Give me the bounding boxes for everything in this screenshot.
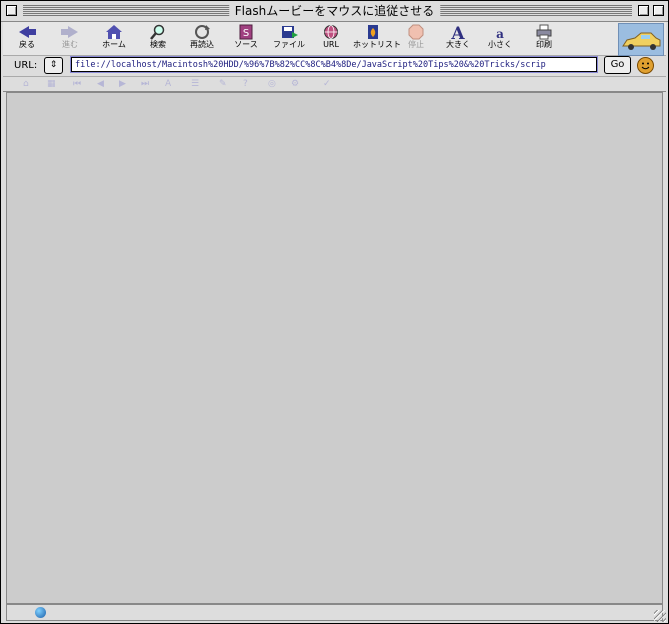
- reload-icon: [195, 25, 210, 39]
- svg-text:S: S: [243, 28, 249, 39]
- hotlist-icon: [368, 25, 378, 39]
- zoom-box[interactable]: [638, 5, 649, 16]
- source-label: ソース: [234, 40, 258, 49]
- url-input[interactable]: file://localhost/Macintosh%20HDD/%96%7B%…: [71, 57, 597, 72]
- font-larger-label: 大きく: [446, 40, 470, 49]
- source-button[interactable]: S ソース: [226, 24, 266, 54]
- close-box[interactable]: [6, 5, 17, 16]
- back-label: 戻る: [19, 40, 35, 49]
- smiley-face-icon: [641, 62, 650, 70]
- search-button[interactable]: 検索: [138, 24, 178, 54]
- print-label: 印刷: [536, 40, 552, 49]
- forward-button[interactable]: 進む: [50, 24, 90, 54]
- toolbar: 戻る 進む ホーム 検索 再読込 S ソース ファイル URL ホットリスト 停…: [3, 22, 666, 56]
- collapse-box[interactable]: [653, 5, 664, 16]
- print-button[interactable]: 印刷: [524, 24, 564, 54]
- nav-last-icon[interactable]: ⏭: [141, 79, 149, 89]
- forward-arrow-icon: [61, 26, 78, 38]
- url-field-label: URL:: [14, 60, 38, 71]
- url-button[interactable]: URL: [311, 24, 351, 54]
- nav-settings-icon[interactable]: ⚙: [291, 79, 299, 89]
- navigation-strip: ⌂ ▦ ⏮ ◀ ▶ ⏭ A ☰ ✎ ? ◎ ⚙ ✓: [3, 77, 666, 92]
- source-icon: S: [239, 24, 253, 40]
- forward-label: 進む: [62, 40, 78, 49]
- home-icon: [106, 25, 122, 39]
- stop-label: 停止: [408, 40, 424, 49]
- font-larger-button[interactable]: A 大きく: [438, 24, 478, 54]
- window-title: Flashムービーをマウスに追従させる: [228, 3, 441, 19]
- hotlist-label: ホットリスト: [353, 40, 401, 49]
- nav-list-icon[interactable]: ☰: [191, 79, 199, 89]
- globe-status-icon: [35, 607, 46, 618]
- printer-icon: [536, 24, 552, 40]
- car-logo: [618, 23, 664, 56]
- font-smaller-button[interactable]: a 小さく: [480, 24, 520, 54]
- file-icon: [282, 26, 298, 38]
- svg-text:A: A: [450, 24, 465, 40]
- home-label: ホーム: [102, 40, 126, 49]
- nav-help-icon[interactable]: ?: [243, 79, 248, 89]
- back-button[interactable]: 戻る: [7, 24, 47, 54]
- font-smaller-icon: a: [496, 27, 504, 40]
- nav-grid-icon[interactable]: ▦: [47, 79, 56, 89]
- nav-edit-icon[interactable]: ✎: [219, 79, 227, 89]
- stop-button[interactable]: 停止: [396, 24, 436, 54]
- status-bar: [6, 604, 666, 622]
- font-smaller-label: 小さく: [488, 40, 512, 49]
- nav-first-icon[interactable]: ⏮: [73, 79, 81, 89]
- nav-font-icon[interactable]: A: [165, 79, 171, 89]
- url-label: URL: [323, 40, 339, 49]
- title-bar[interactable]: Flashムービーをマウスに追従させる: [1, 1, 668, 22]
- home-button[interactable]: ホーム: [94, 24, 134, 54]
- car-icon: [622, 32, 661, 50]
- globe-icon: [324, 25, 338, 39]
- nav-prev-icon[interactable]: ◀: [97, 79, 104, 89]
- font-larger-icon: A: [450, 24, 465, 40]
- file-label: ファイル: [273, 40, 305, 49]
- nav-next-icon[interactable]: ▶: [119, 79, 126, 89]
- nav-home-icon[interactable]: ⌂: [23, 79, 29, 89]
- magnifier-icon: [150, 24, 165, 40]
- reload-button[interactable]: 再読込: [182, 24, 222, 54]
- up-down-arrows-icon: ⇕: [49, 60, 58, 70]
- page-content-area[interactable]: [6, 92, 663, 604]
- svg-text:a: a: [496, 27, 504, 40]
- file-button[interactable]: ファイル: [269, 24, 309, 54]
- nav-check-icon[interactable]: ✓: [323, 79, 331, 89]
- resize-grip[interactable]: [654, 610, 666, 622]
- nav-web-icon[interactable]: ◎: [268, 79, 276, 89]
- search-label: 検索: [150, 40, 166, 49]
- reload-label: 再読込: [190, 40, 214, 49]
- browser-window: Flashムービーをマウスに追従させる 戻る 進む ホーム 検索 再読込 S ソ…: [0, 0, 669, 624]
- url-bar: URL: ⇕ file://localhost/Macintosh%20HDD/…: [3, 56, 666, 77]
- hotlist-button[interactable]: ホットリスト: [353, 24, 401, 54]
- smiley-icon[interactable]: [637, 57, 654, 74]
- url-history-popup[interactable]: ⇕: [44, 57, 63, 74]
- go-button[interactable]: Go: [604, 56, 631, 74]
- back-arrow-icon: [19, 26, 36, 38]
- stop-icon: [408, 24, 424, 40]
